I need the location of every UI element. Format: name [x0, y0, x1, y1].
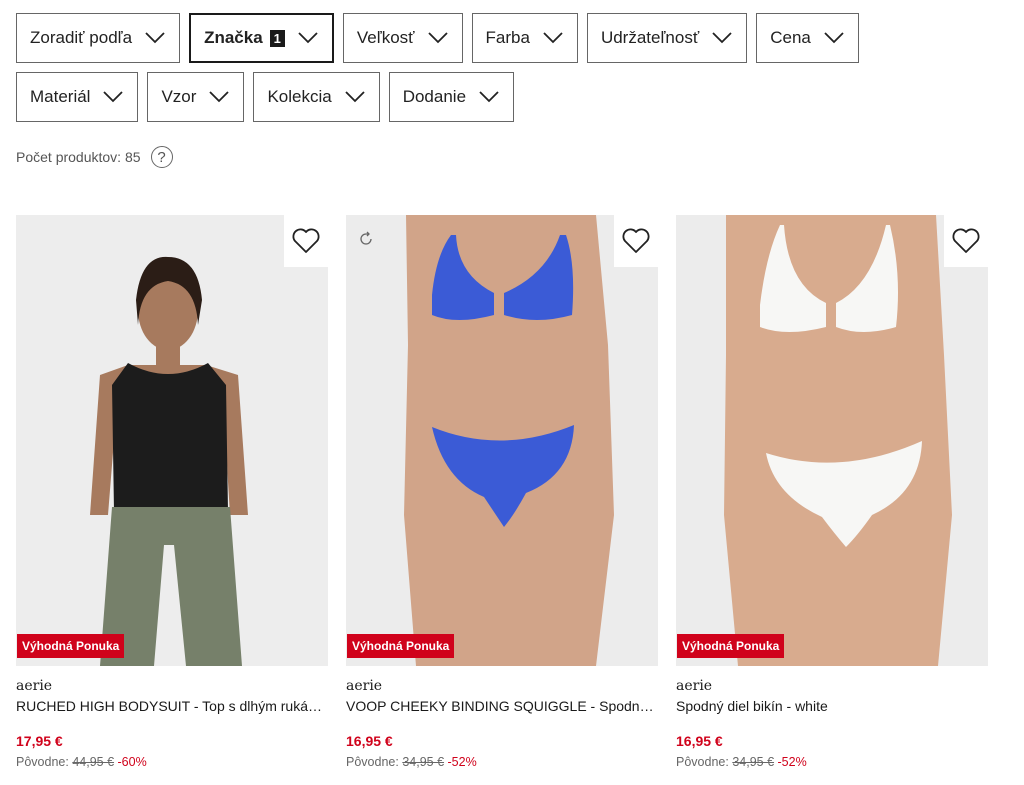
wishlist-heart-icon[interactable]	[944, 215, 988, 267]
original-label: Pôvodne:	[346, 755, 399, 769]
filter-row-1: Zoradiť podľa Značka 1 Veľkosť Farba Udrž…	[16, 13, 1016, 63]
filter-label: Kolekcia	[267, 87, 332, 106]
original-price-line: Pôvodne: 34,95 € -52%	[676, 755, 988, 769]
filter-brand[interactable]: Značka 1	[189, 13, 334, 63]
filter-delivery[interactable]: Dodanie	[388, 72, 515, 122]
deal-badge: Výhodná Ponuka	[347, 634, 455, 658]
product-name[interactable]: RUCHED HIGH BODYSUIT - Top s dlhým rukáv…	[16, 698, 328, 714]
chevron-down-icon	[345, 91, 365, 103]
filter-label: Vzor	[161, 87, 197, 106]
wishlist-heart-icon[interactable]	[614, 215, 658, 267]
original-price: 34,95 €	[732, 755, 775, 769]
help-icon[interactable]: ?	[150, 146, 173, 168]
chevron-down-icon	[824, 32, 844, 44]
original-price: 44,95 €	[72, 755, 115, 769]
filter-label: Materiál	[30, 87, 91, 106]
discount-percent: -60%	[117, 755, 147, 769]
filter-label: Značka	[204, 28, 263, 47]
product-count-text: Počet produktov: 85	[16, 149, 141, 165]
wishlist-heart-icon[interactable]	[284, 215, 328, 267]
original-price: 34,95 €	[402, 755, 445, 769]
model-photo	[346, 215, 658, 666]
product-image[interactable]: Výhodná Ponuka	[676, 215, 988, 666]
filter-price[interactable]: Cena	[756, 13, 859, 63]
chevron-down-icon	[712, 32, 732, 44]
product-image[interactable]: Výhodná Ponuka	[346, 215, 658, 666]
filter-color[interactable]: Farba	[471, 13, 578, 63]
product-brand: aerie	[346, 678, 383, 694]
filter-bar: Zoradiť podľa Značka 1 Veľkosť Farba Udrž…	[16, 13, 1016, 131]
original-price-line: Pôvodne: 34,95 € -52%	[346, 755, 658, 769]
model-photo	[676, 215, 988, 666]
chevron-down-icon	[543, 32, 563, 44]
product-price: 16,95 €	[676, 733, 723, 749]
product-card[interactable]: Výhodná Ponuka aerie VOOP CHEEKY BINDING…	[346, 215, 658, 769]
product-grid: Výhodná Ponuka aerie RUCHED HIGH BODYSUI…	[16, 215, 988, 769]
filter-row-2: Materiál Vzor Kolekcia Dodanie	[16, 72, 1016, 122]
chevron-down-icon	[427, 32, 448, 44]
product-count: Počet produktov: 85 ?	[16, 146, 173, 168]
refresh-icon	[360, 231, 372, 245]
filter-size[interactable]: Veľkosť	[342, 13, 463, 63]
product-name[interactable]: Spodný diel bikín - white	[676, 698, 988, 714]
discount-percent: -52%	[447, 755, 477, 769]
filter-collection[interactable]: Kolekcia	[253, 72, 380, 122]
product-image[interactable]: Výhodná Ponuka	[16, 215, 328, 666]
deal-badge: Výhodná Ponuka	[17, 634, 125, 658]
chevron-down-icon	[145, 32, 165, 44]
product-brand: aerie	[16, 678, 53, 694]
filter-label: Veľkosť	[356, 28, 415, 47]
chevron-down-icon	[479, 91, 499, 103]
original-label: Pôvodne:	[676, 755, 729, 769]
filter-label: Zoradiť podľa	[30, 28, 133, 47]
chevron-down-icon	[298, 32, 318, 44]
original-price-line: Pôvodne: 44,95 € -60%	[16, 755, 328, 769]
product-card[interactable]: Výhodná Ponuka aerie RUCHED HIGH BODYSUI…	[16, 215, 328, 769]
product-name[interactable]: VOOP CHEEKY BINDING SQUIGGLE - Spodný di…	[346, 698, 658, 714]
filter-label: Udržateľnosť	[600, 28, 700, 47]
product-card[interactable]: Výhodná Ponuka aerie Spodný diel bikín -…	[676, 215, 988, 769]
filter-label: Farba	[485, 28, 530, 47]
product-price: 16,95 €	[346, 733, 393, 749]
product-brand: aerie	[676, 678, 713, 694]
discount-percent: -52%	[777, 755, 807, 769]
model-photo	[16, 215, 328, 666]
filter-label: Dodanie	[402, 87, 467, 106]
filter-sustainability[interactable]: Udržateľnosť	[586, 13, 748, 63]
filter-material[interactable]: Materiál	[16, 72, 139, 122]
filter-pattern[interactable]: Vzor	[147, 72, 245, 122]
filter-label: Cena	[770, 28, 811, 47]
filter-sort[interactable]: Zoradiť podľa	[16, 13, 181, 63]
original-label: Pôvodne:	[16, 755, 69, 769]
filter-count-badge: 1	[269, 29, 285, 47]
chevron-down-icon	[103, 91, 124, 103]
product-price: 17,95 €	[16, 733, 63, 749]
deal-badge: Výhodná Ponuka	[677, 634, 785, 658]
chevron-down-icon	[209, 91, 230, 103]
